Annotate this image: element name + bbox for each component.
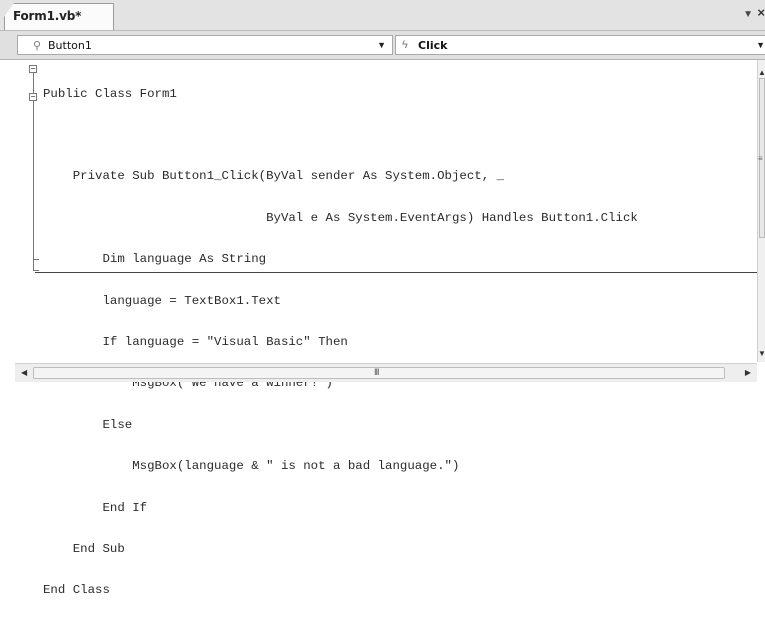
lightning-icon: ϟ [402,39,408,51]
code-editor[interactable]: − − Public Class Form1 Private Sub Butto… [15,60,757,597]
code-line: Private Sub Button1_Click(ByVal sender A… [43,169,505,184]
chevron-down-icon[interactable]: ▼ [756,40,765,50]
control-icon: ⚲ [33,40,42,52]
code-line: If language = "Visual Basic" Then [43,334,348,349]
object-dropdown[interactable]: ⚲ Button1 ▼ [17,35,393,55]
navigation-bar: ⚲ Button1 ▼ ϟ Click ▼ [0,31,765,60]
code-text: Public Class Form1 Private Sub Button1_C… [43,60,638,626]
tab-form1-vb[interactable]: Form1.vb* [4,3,114,30]
horizontal-scrollbar[interactable]: ◀ III ▶ [15,363,757,382]
scroll-right-icon[interactable]: ▶ [745,368,751,377]
vertical-scrollbar[interactable]: ▲ ≡ ▼ [757,60,765,362]
collapse-class-icon[interactable]: − [29,65,37,73]
code-line: MsgBox(language & " is not a bad languag… [43,459,460,474]
document-tab-strip: Form1.vb* ▼ × [0,0,765,31]
dropdown-arrow-icon[interactable]: ▼ [743,9,753,20]
scroll-up-icon[interactable]: ▲ [758,68,765,77]
horizontal-grip-icon: III [374,367,379,377]
vertical-grip-icon: ≡ [758,154,763,163]
close-icon[interactable]: × [757,5,765,20]
collapse-sub-icon[interactable]: − [29,93,37,101]
code-line: End Sub [43,541,125,556]
editor-left-margin [0,60,15,383]
code-line: End If [43,500,148,515]
code-line: Dim language As String [43,252,267,267]
tab-title: Form1.vb* [13,9,82,23]
code-line: ByVal e As System.EventArgs) Handles But… [43,210,638,225]
chevron-down-icon[interactable]: ▼ [377,40,386,50]
scroll-left-icon[interactable]: ◀ [21,368,27,377]
outline-end-sub-tick [33,259,39,260]
scroll-down-icon[interactable]: ▼ [758,349,765,358]
code-line: End Class [43,583,110,598]
code-line: Else [43,417,133,432]
event-dropdown[interactable]: ϟ Click ▼ [395,35,765,55]
end-of-class-separator [35,272,757,273]
event-dropdown-value: Click [418,39,448,52]
outline-end-class-tick [33,270,39,271]
code-line: language = TextBox1.Text [43,293,281,308]
object-dropdown-value: Button1 [48,39,92,52]
horizontal-scroll-thumb[interactable]: III [33,367,725,379]
code-line: Public Class Form1 [43,86,177,101]
